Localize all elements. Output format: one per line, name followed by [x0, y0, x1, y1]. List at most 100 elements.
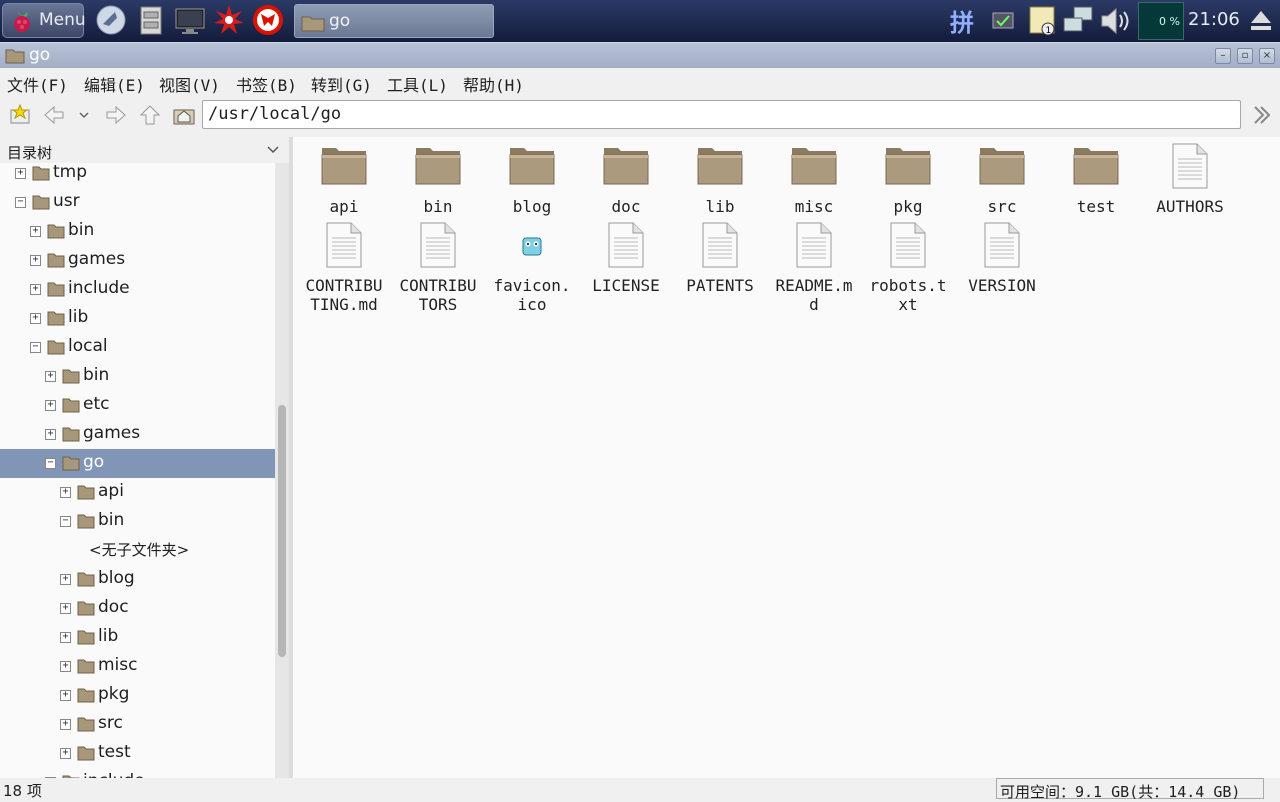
- tree-node[interactable]: + blog: [0, 565, 275, 594]
- file-item[interactable]: LICENSE: [580, 222, 672, 295]
- file-manager-icon[interactable]: [135, 4, 167, 36]
- tree-node[interactable]: + doc: [0, 594, 275, 623]
- file-item[interactable]: favicon. ico: [486, 222, 578, 314]
- home-icon[interactable]: [172, 104, 196, 126]
- tree-node[interactable]: − local: [0, 333, 275, 362]
- menu-edit[interactable]: 编辑(E): [84, 72, 145, 96]
- file-item[interactable]: CONTRIBU TING.md: [298, 222, 390, 314]
- collapse-icon[interactable]: −: [15, 197, 26, 208]
- tree-node[interactable]: +include: [0, 275, 275, 304]
- file-item[interactable]: VERSION: [956, 222, 1048, 295]
- address-bar-input[interactable]: /usr/local/go: [202, 100, 1241, 129]
- tree-node[interactable]: + lib: [0, 623, 275, 652]
- expand-icon[interactable]: +: [45, 400, 56, 411]
- start-menu-button[interactable]: Menu: [2, 3, 86, 38]
- expand-icon[interactable]: +: [60, 632, 71, 643]
- expand-icon[interactable]: +: [30, 226, 41, 237]
- tree-node[interactable]: + pkg: [0, 681, 275, 710]
- expand-icon[interactable]: +: [30, 284, 41, 295]
- folder-item[interactable]: blog: [486, 143, 578, 216]
- back-icon[interactable]: [42, 104, 66, 126]
- expand-icon[interactable]: +: [60, 574, 71, 585]
- notes-tray-icon[interactable]: 1: [1028, 5, 1058, 37]
- folder-item[interactable]: pkg: [862, 143, 954, 216]
- burst-app-icon[interactable]: [213, 4, 245, 36]
- tree-node[interactable]: − go: [0, 449, 275, 478]
- folder-item[interactable]: doc: [580, 143, 672, 216]
- close-button[interactable]: ×: [1259, 48, 1275, 64]
- window-titlebar[interactable]: go – ▫ ×: [0, 42, 1280, 68]
- menu-view[interactable]: 视图(V): [159, 72, 220, 96]
- display-tray-icon[interactable]: [992, 12, 1014, 30]
- tree-node[interactable]: +include: [0, 768, 275, 778]
- folder-item[interactable]: src: [956, 143, 1048, 216]
- taskbar-window-button[interactable]: go: [294, 4, 494, 38]
- clock[interactable]: 21:06: [1188, 9, 1240, 30]
- go-icon[interactable]: [1249, 104, 1273, 126]
- scrollbar-thumb[interactable]: [278, 405, 286, 657]
- tree-node[interactable]: + bin: [0, 217, 275, 246]
- volume-icon[interactable]: [1100, 6, 1134, 36]
- menu-help[interactable]: 帮助(H): [463, 72, 524, 96]
- expand-icon[interactable]: +: [30, 255, 41, 266]
- expand-icon[interactable]: +: [60, 603, 71, 614]
- expand-icon[interactable]: +: [15, 168, 26, 179]
- cpu-monitor[interactable]: 0 %: [1138, 2, 1184, 40]
- menu-file[interactable]: 文件(F): [7, 72, 68, 96]
- directory-tree: + tmp − usr + bin + games + include + lib − local + bin…: [0, 163, 275, 778]
- file-item[interactable]: CONTRIBU TORS: [392, 222, 484, 314]
- folder-icon: [77, 746, 95, 761]
- collapse-icon[interactable]: −: [45, 458, 56, 469]
- menu-go[interactable]: 转到(G): [311, 72, 372, 96]
- tree-node[interactable]: − usr: [0, 188, 275, 217]
- folder-item[interactable]: test: [1050, 143, 1142, 216]
- tree-node[interactable]: + games: [0, 420, 275, 449]
- forward-icon[interactable]: [104, 104, 128, 126]
- tree-scrollbar[interactable]: [275, 163, 289, 778]
- network-tray-icon[interactable]: [1062, 5, 1094, 35]
- file-item[interactable]: PATENTS: [674, 222, 766, 295]
- tree-node[interactable]: + src: [0, 710, 275, 739]
- tree-node[interactable]: + lib: [0, 304, 275, 333]
- folder-item[interactable]: lib: [674, 143, 766, 216]
- expand-icon[interactable]: +: [45, 429, 56, 440]
- expand-icon[interactable]: +: [60, 748, 71, 759]
- file-item[interactable]: README.m d: [768, 222, 860, 314]
- tree-node[interactable]: + test: [0, 739, 275, 768]
- tree-node[interactable]: − bin: [0, 507, 275, 536]
- file-item[interactable]: AUTHORS: [1144, 143, 1236, 216]
- up-icon[interactable]: [138, 104, 162, 126]
- tree-node[interactable]: <无子文件夹>: [0, 536, 275, 565]
- tree-node[interactable]: + etc: [0, 391, 275, 420]
- sidebar-mode-selector[interactable]: 目录树: [0, 137, 288, 163]
- folder-item[interactable]: misc: [768, 143, 860, 216]
- minimize-button[interactable]: –: [1215, 48, 1231, 64]
- eject-icon[interactable]: [1248, 8, 1274, 34]
- expand-icon[interactable]: +: [60, 487, 71, 498]
- input-method-icon[interactable]: 拼: [950, 3, 974, 38]
- new-tab-icon[interactable]: [8, 104, 32, 126]
- collapse-icon[interactable]: −: [30, 342, 41, 353]
- history-dropdown-icon[interactable]: [76, 104, 92, 126]
- tree-node[interactable]: + api: [0, 478, 275, 507]
- web-browser-icon[interactable]: [95, 4, 127, 36]
- menu-bookmarks[interactable]: 书签(B): [236, 72, 297, 96]
- expand-icon[interactable]: +: [60, 719, 71, 730]
- file-item[interactable]: robots.t xt: [862, 222, 954, 314]
- tree-node[interactable]: + bin: [0, 362, 275, 391]
- menu-tools[interactable]: 工具(L): [387, 72, 448, 96]
- terminal-icon[interactable]: [174, 4, 206, 36]
- expand-icon[interactable]: +: [45, 371, 56, 382]
- folder-item[interactable]: api: [298, 143, 390, 216]
- folder-item[interactable]: bin: [392, 143, 484, 216]
- tree-node[interactable]: + tmp: [0, 163, 275, 188]
- tree-node[interactable]: + games: [0, 246, 275, 275]
- expand-icon[interactable]: +: [30, 313, 41, 324]
- wolfram-icon[interactable]: [252, 4, 284, 36]
- sidebar-mode-label: 目录树: [7, 144, 53, 162]
- collapse-icon[interactable]: −: [60, 516, 71, 527]
- maximize-button[interactable]: ▫: [1237, 48, 1253, 64]
- expand-icon[interactable]: +: [60, 661, 71, 672]
- expand-icon[interactable]: +: [60, 690, 71, 701]
- tree-node[interactable]: + misc: [0, 652, 275, 681]
